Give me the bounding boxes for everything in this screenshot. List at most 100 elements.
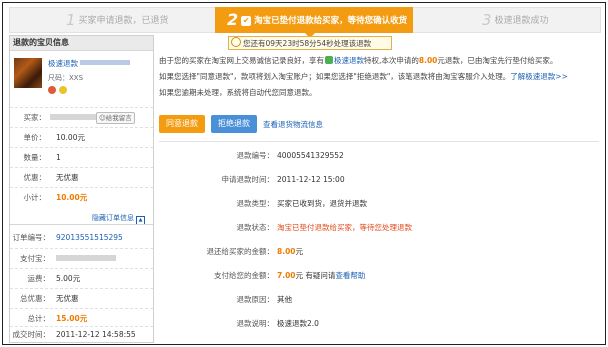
shipping-label: 运费：: [27, 274, 51, 283]
row-discount: 优惠： 无优惠: [10, 167, 153, 188]
panel-title: 退款的宝贝信息: [10, 36, 153, 51]
qty-value: 1: [56, 153, 61, 162]
step-3: 3 极速退款成功: [482, 8, 549, 32]
order-no-label: 订单编号：: [12, 233, 51, 242]
notice-text: 如果您选择"同意退款"，款项将划入淘宝账户；如果您选择"拒绝退款"，该笔退款将由…: [159, 72, 511, 81]
clock-icon: [231, 37, 241, 47]
payer-label: 支付宝：: [20, 254, 50, 263]
price-value: 10.00元: [56, 133, 85, 142]
learn-fast-refund-link[interactable]: 了解极速退款>>: [510, 72, 568, 81]
row-qty: 数量： 1: [10, 147, 153, 168]
reason-value: 其他: [277, 295, 292, 304]
pay-amount-extra: 有疑问请: [305, 271, 336, 280]
detail-status: 退款状态： 淘宝已垫付退款给买家，等待您处理退款: [159, 221, 599, 235]
product-title-link[interactable]: 极速退款: [48, 58, 130, 69]
order-no-value[interactable]: 92013551515295: [56, 233, 123, 242]
row-total-discount: 总优惠： 无优惠: [10, 288, 153, 309]
view-logistics-link[interactable]: 查看退货物流信息: [263, 119, 323, 130]
divider: [10, 224, 153, 225]
product-badges: [48, 86, 70, 97]
refund-no-value: 40005541329552: [277, 151, 344, 160]
notice-line-3: 如果您逾期未处理，系统将自动代您同意退款。: [159, 88, 317, 97]
product-title[interactable]: 极速退款: [48, 59, 78, 68]
refund-no-label: 退款编号：: [236, 151, 275, 160]
countdown-notice: 您还有09天23时58分54秒处理该退款: [228, 36, 392, 50]
agree-refund-button[interactable]: 同意退款: [159, 115, 205, 133]
detail-desc: 退款说明： 极速退款2.0: [159, 317, 599, 331]
desc-value: 极速退款2.0: [277, 319, 319, 328]
detail-apply-time: 申请退款时间： 2011-12-12 15:00: [159, 173, 599, 187]
qty-label: 数量：: [23, 153, 47, 162]
status-value: 淘宝已垫付退款给买家，等待您处理退款: [277, 223, 412, 232]
deal-time-label: 成交时间：: [12, 330, 51, 339]
row-price: 单价： 10.00元: [10, 127, 153, 148]
redacted-text: [80, 60, 130, 65]
step-1-number: 1: [66, 11, 76, 29]
order-no-link[interactable]: 92013551515295: [56, 228, 123, 248]
return-amount-label: 退还给买家的金额：: [206, 247, 275, 256]
seller-label: 买家：: [23, 113, 47, 122]
row-shipping: 运费： 5.00元: [10, 268, 153, 289]
product-size: 尺码：XXS: [48, 74, 84, 82]
row-deal-time: 成交时间： 2011-12-12 14:58:55: [10, 326, 153, 343]
total-discount-label: 总优惠：: [20, 294, 50, 303]
chat-button[interactable]: ☺给我留言: [96, 112, 135, 124]
step-2-label: 淘宝已垫付退款给买家，等待您确认收货: [254, 16, 408, 26]
refund-main: 由于您的买家在淘宝网上交易诚信记录良好，享有 极速退款特权,本次申请的8.00元退…: [159, 53, 599, 328]
countdown-text: 您还有09天23时58分54秒处理该退款: [243, 39, 372, 48]
apply-time-value: 2011-12-12 15:00: [277, 175, 345, 184]
row-seller: 买家： ☺给我留言: [10, 107, 153, 128]
step-1: 1 买家申请退款，已退货: [66, 8, 169, 32]
progress-steps: 1 买家申请退款，已退货 2 ✔ 淘宝已垫付退款给买家，等待您确认收货 3 极速退款成功: [9, 7, 601, 38]
flower-icon: [48, 86, 56, 94]
refund-page: 1 买家申请退款，已退货 2 ✔ 淘宝已垫付退款给买家，等待您确认收货 3 极速退款成功…: [2, 2, 606, 345]
total-discount-value: 无优惠: [56, 294, 79, 303]
apply-time-label: 申请退款时间：: [221, 175, 275, 184]
pay-amount-unit: 元: [295, 271, 304, 280]
detail-pay-amount: 支付给您的金额： 7.00元 有疑问请查看帮助: [159, 269, 599, 283]
step-3-label: 极速退款成功: [494, 16, 549, 26]
row-subtotal: 小计： 10.00元: [10, 187, 153, 208]
bulb-icon: [59, 86, 67, 94]
return-amount-value: 8.00: [277, 247, 296, 256]
shipping-value: 5.00元: [56, 274, 81, 283]
step-1-label: 买家申请退款，已退货: [78, 16, 169, 26]
detail-type: 退款类型： 买家已收到货，退货并退款: [159, 197, 599, 211]
redacted-payer: [56, 255, 116, 261]
detail-refund-no: 退款编号： 40005541329552: [159, 149, 599, 163]
notice-text: 由于您的买家在淘宝网上交易诚信记录良好，享有: [159, 56, 324, 65]
step-2-current: 2 ✔ 淘宝已垫付退款给买家，等待您确认收货: [215, 7, 413, 38]
product-thumbnail[interactable]: [14, 58, 42, 88]
check-icon: ✔: [241, 16, 252, 26]
return-amount-unit: 元: [295, 247, 304, 256]
row-order-no: 订单编号： 92013551515295: [10, 228, 153, 248]
row-payer: 支付宝：: [10, 248, 153, 269]
price-label: 单价：: [23, 133, 47, 142]
desc-label: 退款说明：: [236, 319, 275, 328]
step-3-number: 3: [482, 11, 492, 29]
type-value: 买家已收到货，退货并退款: [277, 199, 367, 208]
reject-refund-button[interactable]: 拒绝退款: [211, 115, 257, 133]
discount-label: 优惠：: [23, 173, 47, 182]
notice-line-1: 由于您的买家在淘宝网上交易诚信记录良好，享有 极速退款特权,本次申请的8.00元退…: [159, 53, 599, 69]
pay-amount-label: 支付给您的金额：: [214, 271, 274, 280]
notice-amount: 8.00: [418, 56, 438, 65]
subtotal-value: 10.00元: [56, 193, 88, 202]
notice-line-2: 如果您选择"同意退款"，款项将划入淘宝账户；如果您选择"拒绝退款"，该笔退款将由…: [159, 69, 599, 85]
notice-text: 特权,本次申请的: [364, 56, 419, 65]
fast-refund-icon: [325, 56, 333, 64]
fast-refund-link[interactable]: 极速退款: [334, 56, 364, 65]
status-label: 退款状态：: [236, 223, 275, 232]
step-2-number: 2: [227, 10, 239, 29]
hide-order-info-label[interactable]: 隐藏订单信息: [92, 214, 134, 222]
detail-return-amount: 退还给买家的金额： 8.00元: [159, 245, 599, 259]
discount-value: 无优惠: [56, 173, 79, 182]
deal-time-value: 2011-12-12 14:58:55: [56, 330, 136, 339]
pay-amount-value: 7.00: [277, 271, 296, 280]
notice-text: 元退款，已由淘宝先行垫付给买家。: [437, 56, 558, 65]
reason-label: 退款原因：: [236, 295, 275, 304]
type-label: 退款类型：: [236, 199, 275, 208]
subtotal-label: 小计：: [23, 193, 47, 202]
view-help-link[interactable]: 查看帮助: [335, 271, 365, 280]
refund-notice: 由于您的买家在淘宝网上交易诚信记录良好，享有 极速退款特权,本次申请的8.00元退…: [159, 53, 599, 101]
